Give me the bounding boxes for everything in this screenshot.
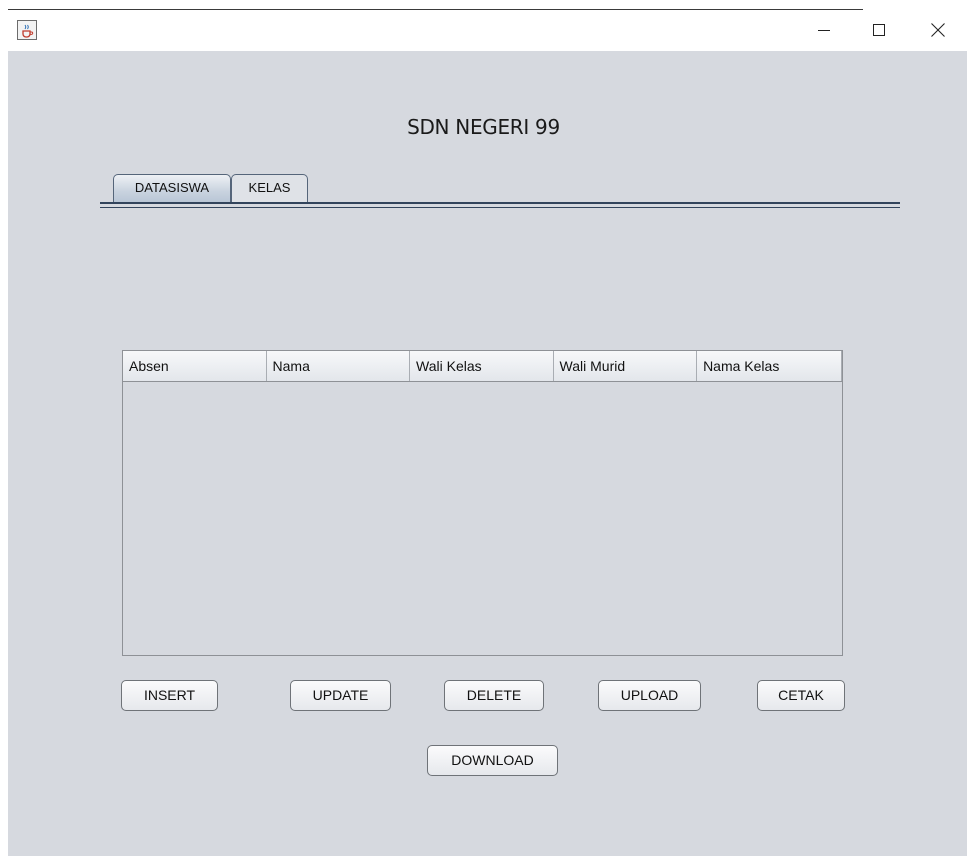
maximize-button[interactable]	[856, 10, 902, 50]
minimize-button[interactable]	[801, 10, 847, 50]
java-cup-icon[interactable]	[17, 20, 37, 40]
download-button[interactable]: DOWNLOAD	[427, 745, 558, 776]
delete-button[interactable]: DELETE	[444, 680, 544, 711]
update-button[interactable]: UPDATE	[290, 680, 391, 711]
page-title: SDN NEGERI 99	[407, 115, 560, 139]
insert-button[interactable]: INSERT	[121, 680, 218, 711]
minimize-icon	[818, 30, 830, 31]
close-button[interactable]	[915, 10, 961, 50]
tab-divider	[100, 202, 900, 204]
upload-button[interactable]: UPLOAD	[598, 680, 701, 711]
tab-divider-inner	[100, 207, 900, 208]
column-header-wali-murid[interactable]: Wali Murid	[554, 351, 698, 381]
application-window: SDN NEGERI 99 DATASISWA KELAS Absen Nama…	[0, 0, 967, 856]
column-header-nama-kelas[interactable]: Nama Kelas	[697, 351, 842, 381]
table-header: Absen Nama Wali Kelas Wali Murid Nama Ke…	[123, 351, 842, 382]
maximize-icon	[873, 24, 885, 36]
column-header-wali-kelas[interactable]: Wali Kelas	[410, 351, 554, 381]
cetak-button[interactable]: CETAK	[757, 680, 845, 711]
column-header-nama[interactable]: Nama	[267, 351, 411, 381]
column-header-absen[interactable]: Absen	[123, 351, 267, 381]
table-body[interactable]	[123, 382, 842, 655]
close-icon	[931, 23, 945, 37]
data-table[interactable]: Absen Nama Wali Kelas Wali Murid Nama Ke…	[122, 350, 843, 656]
tab-datasiswa[interactable]: DATASISWA	[113, 174, 231, 202]
tab-kelas[interactable]: KELAS	[231, 174, 308, 202]
